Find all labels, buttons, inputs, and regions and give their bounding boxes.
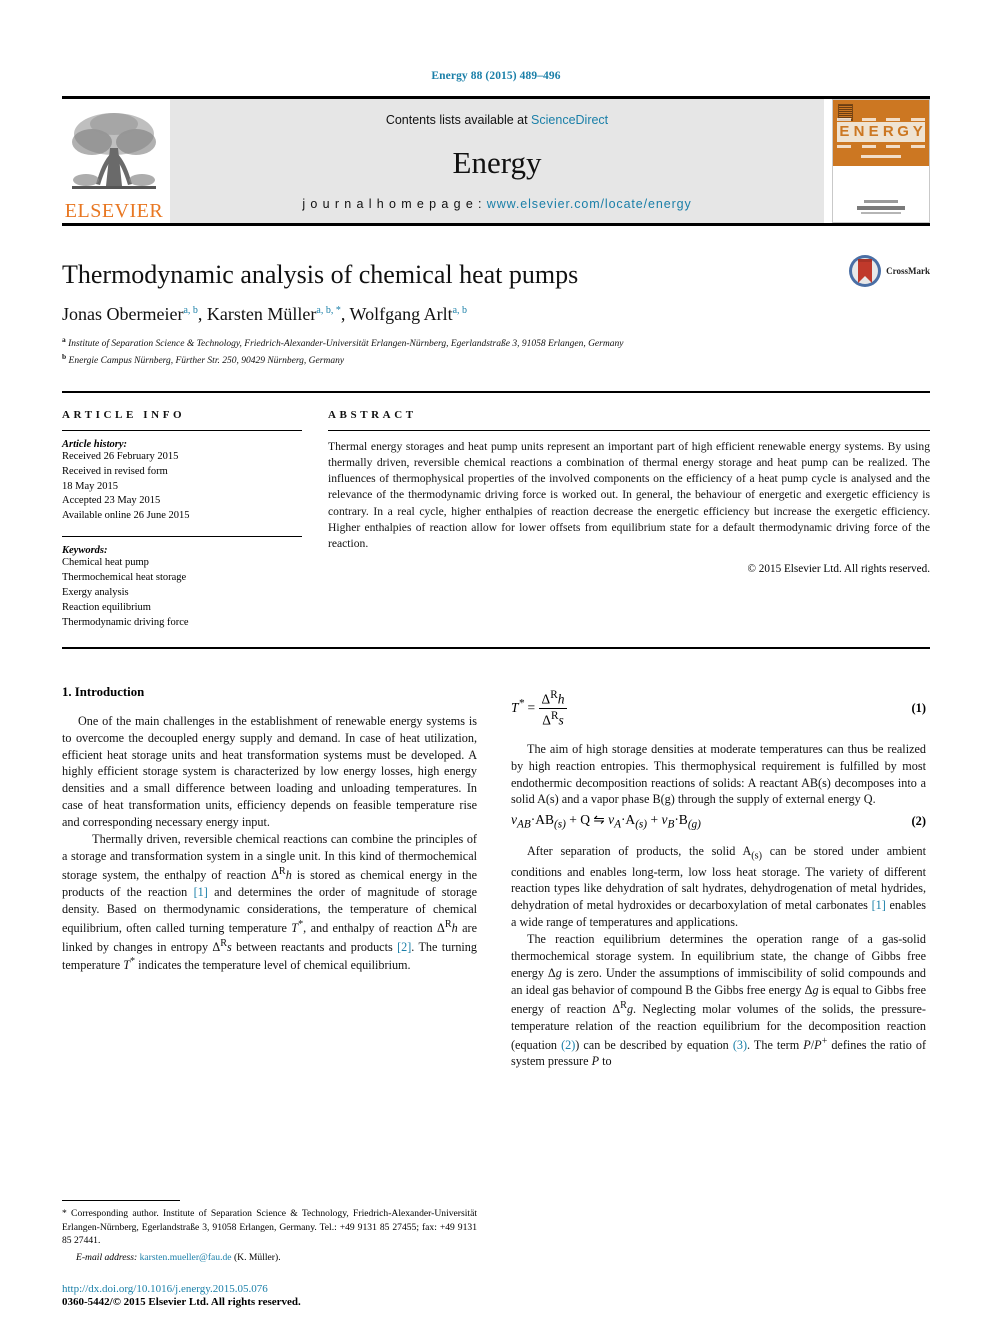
equation-1-body: T* = ΔRh ΔRs (511, 689, 568, 729)
issn-copyright-line: 0360-5442/© 2015 Elsevier Ltd. All right… (62, 1296, 301, 1308)
footnote-block: * Corresponding author. Institute of Sep… (62, 1199, 477, 1265)
paragraph: After separation of products, the solid … (511, 844, 927, 930)
corresponding-author-note: * Corresponding author. Institute of Sep… (62, 1207, 477, 1247)
article-info-heading: ARTICLE INFO (62, 408, 186, 421)
paragraph: One of the main challenges in the establ… (62, 713, 477, 830)
keywords-label: Keywords: (62, 545, 108, 557)
running-head: Energy 88 (2015) 489–496 (431, 70, 561, 82)
author-name-1: Jonas Obermeier (62, 303, 184, 324)
equation-1: T* = ΔRh ΔRs (1) (511, 689, 926, 729)
keyword-item: Chemical heat pump (62, 557, 149, 569)
paragraph: The aim of high storage densities at mod… (511, 741, 926, 807)
citation-link[interactable]: [1] (872, 898, 886, 912)
author-list: Jonas Obermeiera, b, Karsten Müllera, b,… (62, 303, 468, 324)
journal-homepage-link[interactable]: www.elsevier.com/locate/energy (487, 197, 692, 211)
author-marks-2: a, b, * (316, 304, 341, 316)
crossmark-label: CrossMark (886, 266, 930, 276)
equation-2-number: (2) (911, 814, 926, 829)
affiliations: a Institute of Separation Science & Tech… (62, 335, 930, 369)
elsevier-wordmark: ELSEVIER (64, 200, 164, 222)
doi-block: http://dx.doi.org/10.1016/j.energy.2015.… (62, 1283, 492, 1308)
citation-link[interactable]: [1] (194, 885, 208, 899)
author-marks-3: a, b (452, 304, 468, 316)
email-owner: (K. Müller). (233, 1252, 281, 1264)
abstract-column: ABSTRACT Thermal energy storages and hea… (328, 409, 930, 631)
journal-cover-thumbnail: ENERGY (832, 99, 930, 223)
keywords-block: Keywords: Chemical heat pump Thermochemi… (62, 536, 302, 631)
email-note: E-mail address: karsten.mueller@fau.de (… (62, 1251, 477, 1265)
author-marks-1: a, b (183, 304, 198, 316)
journal-masthead: ELSEVIER Contents lists available at Sci… (62, 99, 930, 223)
paragraph: The reaction equilibrium determines the … (511, 932, 927, 1069)
history-item: Accepted 23 May 2015 (62, 495, 161, 507)
elsevier-tree-icon (72, 113, 156, 189)
keyword-item: Reaction equilibrium (62, 601, 151, 613)
contents-available-line: Contents lists available at ScienceDirec… (386, 113, 608, 127)
cover-publisher-block (833, 200, 929, 214)
author-name-3: Wolfgang Arlt (349, 303, 453, 324)
equation-1-fraction: ΔRh ΔRs (538, 689, 568, 729)
history-item: Received in revised form (62, 465, 168, 477)
article-history-label: Article history: (62, 438, 128, 450)
page-title: Thermodynamic analysis of chemical heat … (62, 260, 579, 289)
equation-ref-link[interactable]: (2) (561, 1038, 575, 1052)
affiliation-mark-b: b (62, 351, 67, 361)
doi-link[interactable]: http://dx.doi.org/10.1016/j.energy.2015.… (62, 1283, 492, 1295)
keywords-rule (62, 536, 302, 538)
abstract-text: Thermal energy storages and heat pump un… (328, 439, 930, 551)
equation-2: νAB·AB(s) + Q ⇋ νA·A(s) + νB·B(g) (2) (511, 812, 926, 831)
email-link[interactable]: karsten.mueller@fau.de (140, 1252, 232, 1263)
equation-2-body: νAB·AB(s) + Q ⇋ νA·A(s) + νB·B(g) (511, 812, 701, 832)
body-column-left: 1. Introduction One of the main challeng… (62, 685, 477, 1071)
affiliation-text-b: Energie Campus Nürnberg, Fürther Str. 25… (68, 355, 345, 366)
affiliation-text-a: Institute of Separation Science & Techno… (68, 339, 624, 350)
journal-homepage-line: j o u r n a l h o m e p a g e : www.else… (302, 197, 691, 211)
cover-top-panel: ENERGY (833, 100, 929, 166)
article-info-rule (62, 429, 302, 431)
elsevier-logo: ELSEVIER (62, 99, 166, 223)
email-label: E-mail address: (76, 1252, 138, 1264)
section-heading-introduction: 1. Introduction (62, 684, 145, 699)
history-item: 18 May 2015 (62, 480, 118, 492)
article-page: Energy 88 (2015) 489–496 ELSEVIER Conten… (0, 0, 992, 1323)
citation-link[interactable]: [2] (397, 940, 411, 954)
affiliation-b: b Energie Campus Nürnberg, Fürther Str. … (62, 352, 930, 369)
title-block: CrossMark Thermodynamic analysis of chem… (62, 226, 930, 393)
abstract-rule (328, 429, 930, 431)
equation-ref-link[interactable]: (3) (733, 1038, 747, 1052)
cover-text-row-top (837, 118, 925, 121)
keyword-item: Exergy analysis (62, 587, 129, 599)
keyword-item: Thermodynamic driving force (62, 616, 189, 628)
cover-text-row-bottom (837, 145, 925, 148)
abstract-copyright: © 2015 Elsevier Ltd. All rights reserved… (747, 563, 931, 576)
history-item: Available online 26 June 2015 (62, 510, 190, 522)
affiliation-mark-a: a (62, 334, 66, 344)
cover-energy-wordmark: ENERGY (837, 122, 926, 142)
keyword-item: Thermochemical heat storage (62, 572, 187, 584)
homepage-prefix-text: j o u r n a l h o m e p a g e : (302, 197, 487, 211)
journal-title: Energy (452, 144, 542, 180)
sciencedirect-link[interactable]: ScienceDirect (531, 113, 608, 127)
cover-tagline (837, 155, 925, 158)
footnote-rule (62, 1199, 180, 1201)
contents-prefix-text: Contents lists available at (385, 113, 532, 127)
cover-bottom-panel (833, 166, 929, 222)
info-abstract-row: ARTICLE INFO Article history: Received 2… (62, 393, 930, 631)
equation-1-number: (1) (911, 701, 926, 716)
crossmark-badge[interactable]: CrossMark (848, 254, 930, 288)
body-columns: 1. Introduction One of the main challeng… (62, 649, 930, 1071)
history-item: Received 26 February 2015 (62, 450, 179, 462)
paragraph: Thermally driven, reversible chemical re… (62, 832, 478, 973)
article-info-column: ARTICLE INFO Article history: Received 2… (62, 409, 302, 631)
body-column-right: T* = ΔRh ΔRs (1) The aim of high storage… (511, 685, 926, 1071)
abstract-heading: ABSTRACT (328, 408, 417, 421)
author-name-2: Karsten Müller (206, 303, 317, 324)
journal-banner: Contents lists available at ScienceDirec… (170, 99, 824, 223)
affiliation-a: a Institute of Separation Science & Tech… (62, 335, 930, 352)
title-bottom-rule (62, 390, 930, 393)
crossmark-icon (849, 255, 882, 287)
